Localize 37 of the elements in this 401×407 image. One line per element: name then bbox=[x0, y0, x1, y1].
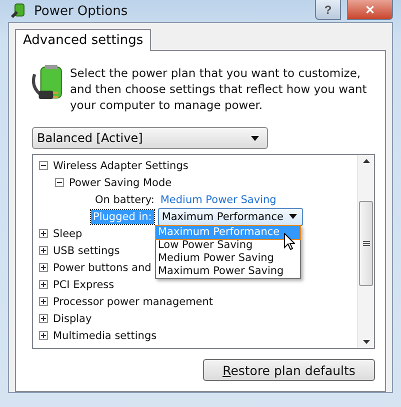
tab[interactable]: Advanced settings bbox=[15, 29, 152, 51]
caret-icon bbox=[288, 214, 297, 219]
tree-item[interactable]: Display bbox=[53, 312, 92, 324]
collapse-icon[interactable] bbox=[39, 161, 48, 170]
window-title: Power Options bbox=[34, 4, 129, 18]
battery-plug-icon bbox=[32, 65, 62, 99]
grip-icon bbox=[362, 241, 370, 246]
expand-icon[interactable] bbox=[39, 331, 48, 340]
expand-icon[interactable] bbox=[39, 229, 48, 238]
scroll-up-icon[interactable] bbox=[362, 159, 370, 163]
scrollbar[interactable] bbox=[357, 155, 374, 348]
expand-icon[interactable] bbox=[39, 297, 48, 306]
expand-icon[interactable] bbox=[39, 314, 48, 323]
setting-link[interactable]: Medium Power Saving bbox=[160, 194, 276, 206]
dropdown-option[interactable]: Medium Power Saving bbox=[156, 252, 300, 265]
cursor-icon bbox=[284, 233, 295, 250]
tree-item[interactable]: Sleep bbox=[53, 228, 82, 240]
tree-item[interactable]: Wireless Adapter Settings bbox=[53, 160, 188, 172]
restore-defaults-button[interactable]: Restore plan defaults bbox=[203, 359, 375, 381]
tree-item[interactable]: USB settings bbox=[53, 244, 120, 256]
scroll-down-icon[interactable] bbox=[362, 340, 370, 344]
caret-icon bbox=[251, 136, 259, 140]
setting-dropdown[interactable]: Maximum Performance bbox=[158, 208, 303, 226]
plan-dropdown[interactable]: Balanced [Active] bbox=[32, 127, 268, 149]
tree-item[interactable]: Power Saving Mode bbox=[69, 176, 172, 188]
expand-icon[interactable] bbox=[39, 263, 48, 272]
tree-item[interactable]: Multimedia settings bbox=[53, 330, 157, 342]
intro-text: Select the power plan that you want to customize, and then choose settings that reflect how you want your computer to manage power. bbox=[70, 65, 368, 113]
tree-item[interactable]: Processor power management bbox=[53, 296, 214, 308]
collapse-icon[interactable] bbox=[55, 178, 64, 187]
help-button[interactable]: ? bbox=[315, 0, 341, 20]
tree-item[interactable]: Power buttons and bbox=[53, 262, 152, 274]
tree-item[interactable]: PCI Express bbox=[53, 278, 114, 290]
dropdown-option[interactable]: Maximum Power Saving bbox=[156, 265, 300, 278]
setting-label[interactable]: On battery: bbox=[93, 192, 156, 206]
expand-icon[interactable] bbox=[39, 246, 48, 255]
expand-icon[interactable] bbox=[39, 280, 48, 289]
